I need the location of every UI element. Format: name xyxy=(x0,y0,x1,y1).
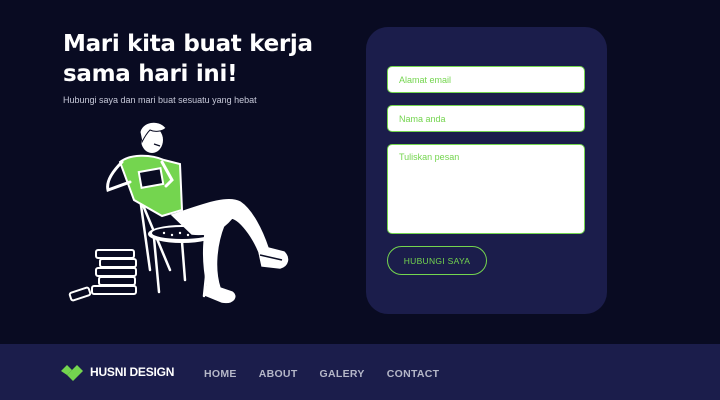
contact-submit-button[interactable]: HUBUNGI SAYA xyxy=(387,246,487,275)
nav-home-link[interactable]: HOME xyxy=(204,368,237,380)
contact-form-card: HUBUNGI SAYA xyxy=(366,27,607,314)
footer-nav: HOME ABOUT GALERY CONTACT xyxy=(204,368,439,380)
brand-name: HUSNI DESIGN xyxy=(90,365,175,379)
brand[interactable]: HUSNI DESIGN xyxy=(60,362,174,382)
nav-contact-link[interactable]: CONTACT xyxy=(387,368,440,380)
footer-bar: HUSNI DESIGN HOME ABOUT GALERY CONTACT xyxy=(0,344,720,400)
person-reading-illustration xyxy=(68,121,289,304)
name-field[interactable] xyxy=(387,105,585,132)
email-field[interactable] xyxy=(387,66,585,93)
hero-subtitle: Hubungi saya dan mari buat sesuatu yang … xyxy=(63,95,257,105)
nav-about-link[interactable]: ABOUT xyxy=(259,368,298,380)
nav-galery-link[interactable]: GALERY xyxy=(320,368,365,380)
hero-title: Mari kita buat kerja sama hari ini! xyxy=(63,31,313,87)
chevron-diamond-logo-icon xyxy=(61,365,83,381)
message-field[interactable] xyxy=(387,144,585,234)
